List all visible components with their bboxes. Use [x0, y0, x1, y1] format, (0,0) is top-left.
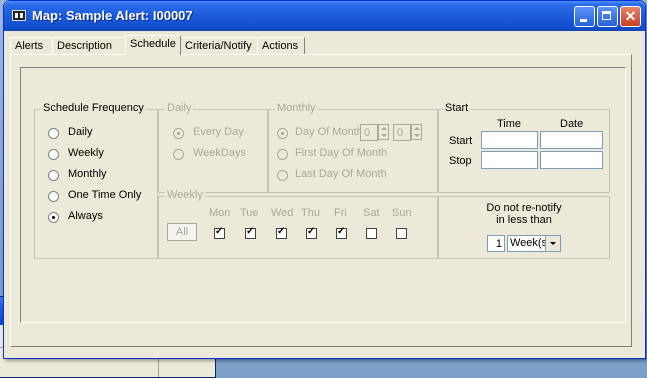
- start-date-input[interactable]: [540, 131, 603, 149]
- day-label-mon: Mon: [209, 207, 231, 219]
- tab-actions[interactable]: Actions: [257, 37, 305, 54]
- close-icon: ✕: [624, 8, 637, 24]
- chevron-down-icon[interactable]: [545, 236, 560, 251]
- day-label-sun: Sun: [392, 207, 412, 219]
- last-day-of-month-label: Last Day Of Month: [295, 168, 387, 180]
- start-time-input[interactable]: [481, 131, 538, 149]
- tab-criteria-notify[interactable]: Criteria/Notify: [180, 37, 258, 54]
- day-label-wed: Wed: [271, 207, 294, 219]
- maximize-icon: [602, 11, 611, 20]
- close-button[interactable]: ✕: [620, 6, 641, 27]
- monthly-radio[interactable]: [48, 170, 59, 181]
- weekly-radio[interactable]: [48, 149, 59, 160]
- tab-schedule[interactable]: Schedule: [125, 35, 181, 55]
- day-of-month-label: Day Of Month: [295, 126, 363, 138]
- day-checkbox-fri[interactable]: [336, 226, 347, 239]
- start-group-title: Start: [443, 102, 471, 114]
- monthly-group: Monthly Day Of Month 0 0 First Day Of Mo…: [268, 102, 438, 193]
- date-header: Date: [560, 118, 584, 130]
- day-checkbox-thu[interactable]: [306, 226, 317, 239]
- renotify-group: Do not re-notify in less than 1 Week(s): [438, 196, 610, 259]
- day-of-month-radio[interactable]: [277, 128, 288, 139]
- weekly-label: Weekly: [68, 147, 104, 159]
- weekly-group-title: Weekly: [165, 189, 205, 201]
- day-of-month-spinner[interactable]: [378, 124, 389, 140]
- renotify-line1: Do not re-notify: [486, 202, 562, 214]
- tab-description[interactable]: Description: [52, 37, 126, 54]
- always-radio[interactable]: [48, 212, 59, 223]
- weekly-group: Weekly All Mon Tue Wed Thu Fri Sat Sun: [158, 189, 438, 259]
- day-label-fri: Fri: [334, 207, 347, 219]
- month-spinner[interactable]: [411, 124, 422, 140]
- day-checkbox-sun[interactable]: [396, 228, 407, 239]
- schedule-frequency-group: Schedule Frequency Daily Weekly Monthly …: [34, 102, 158, 259]
- weekdays-label: WeekDays: [193, 147, 246, 159]
- select-all-days-button[interactable]: All: [167, 223, 197, 241]
- app-icon: [12, 10, 26, 21]
- window-title: Map: Sample Alert: I00007: [32, 8, 193, 23]
- last-day-of-month-radio[interactable]: [277, 170, 288, 181]
- one-time-only-radio[interactable]: [48, 191, 59, 202]
- every-day-label: Every Day: [193, 126, 244, 138]
- day-checkbox-wed[interactable]: [276, 226, 287, 239]
- stop-label: Stop: [449, 155, 472, 167]
- schedule-frequency-title: Schedule Frequency: [41, 102, 146, 114]
- start-label: Start: [449, 135, 473, 147]
- day-checkbox-mon[interactable]: [214, 226, 225, 239]
- day-label-sat: Sat: [363, 207, 380, 219]
- alert-schedule-window: Map: Sample Alert: I00007 ✕ Alerts Descr…: [3, 0, 646, 359]
- monthly-label: Monthly: [68, 168, 107, 180]
- start-group: Start Time Date Start Stop: [438, 102, 610, 193]
- daily-group: Daily Every Day WeekDays: [158, 102, 268, 193]
- monthly-group-title: Monthly: [275, 102, 318, 114]
- maximize-button[interactable]: [597, 6, 618, 27]
- day-label-thu: Thu: [301, 207, 320, 219]
- minimize-button[interactable]: [574, 6, 595, 27]
- renotify-line2: in less than: [496, 214, 552, 226]
- window-titlebar[interactable]: Map: Sample Alert: I00007 ✕: [4, 1, 645, 31]
- renotify-count-input[interactable]: 1: [487, 235, 505, 252]
- renotify-unit-select[interactable]: Week(s): [507, 235, 561, 252]
- first-day-of-month-label: First Day Of Month: [295, 147, 388, 159]
- daily-group-title: Daily: [165, 102, 194, 114]
- month-input[interactable]: 0: [393, 124, 411, 141]
- day-checkbox-sat[interactable]: [366, 228, 377, 239]
- minimize-icon: [580, 19, 587, 22]
- daily-radio[interactable]: [48, 128, 59, 139]
- stop-date-input[interactable]: [540, 151, 603, 169]
- tab-alerts[interactable]: Alerts: [10, 37, 53, 54]
- weekdays-radio[interactable]: [173, 149, 184, 160]
- one-time-only-label: One Time Only: [68, 189, 142, 201]
- time-header: Time: [497, 118, 522, 130]
- always-label: Always: [68, 210, 103, 222]
- day-of-month-input[interactable]: 0: [360, 124, 378, 141]
- day-checkbox-tue[interactable]: [245, 226, 256, 239]
- daily-label: Daily: [68, 126, 93, 138]
- stop-time-input[interactable]: [481, 151, 538, 169]
- first-day-of-month-radio[interactable]: [277, 149, 288, 160]
- every-day-radio[interactable]: [173, 128, 184, 139]
- day-label-tue: Tue: [240, 207, 259, 219]
